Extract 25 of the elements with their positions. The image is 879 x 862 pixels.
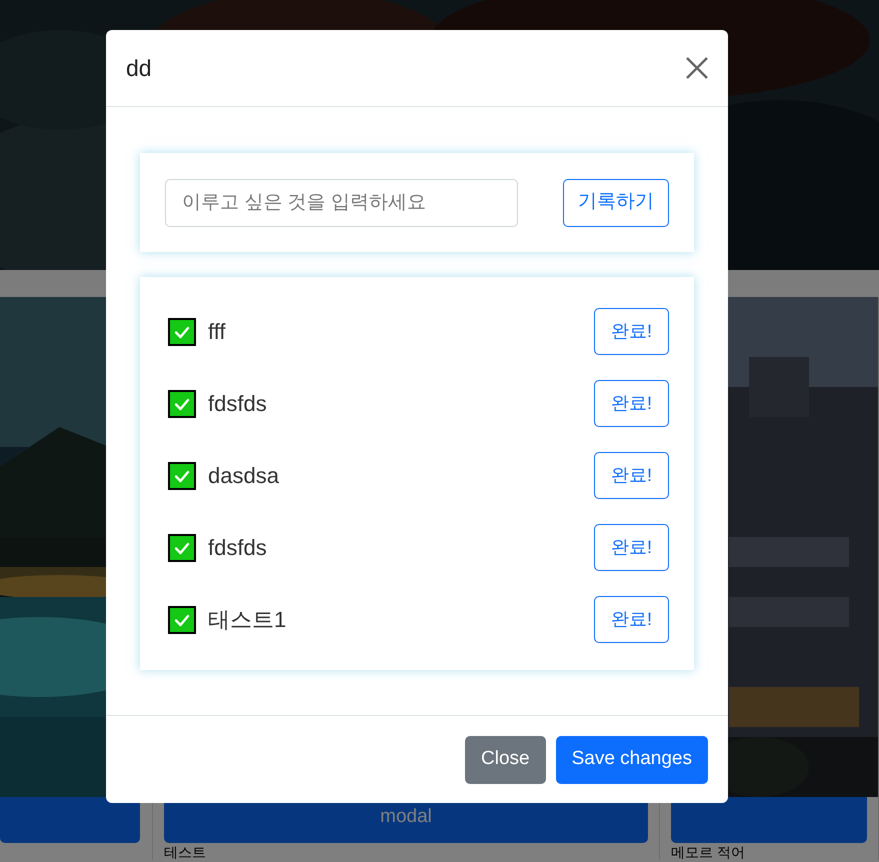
checkbox[interactable]	[168, 462, 196, 490]
close-icon[interactable]	[684, 55, 710, 81]
done-button[interactable]: 완료!	[594, 380, 669, 427]
done-button[interactable]: 완료!	[594, 308, 669, 355]
card-caption: 메모르 적어	[671, 844, 746, 860]
save-button[interactable]: Save changes	[556, 736, 708, 784]
card-caption: 테스트	[164, 844, 207, 860]
card-button[interactable]	[671, 797, 867, 843]
todo-text: fdsfds	[208, 534, 267, 562]
done-button[interactable]: 완료!	[594, 524, 669, 571]
done-button[interactable]: 완료!	[594, 596, 669, 643]
todo-text: 태스트1	[208, 606, 286, 634]
todo-text: fff	[208, 318, 226, 346]
modal-title: dd	[126, 54, 152, 83]
done-button[interactable]: 완료!	[594, 452, 669, 499]
todo-text: fdsfds	[208, 390, 267, 418]
checkbox[interactable]	[168, 390, 196, 418]
checkbox[interactable]	[168, 606, 196, 634]
input-field[interactable]: 이루고 싶은 것을 입력하세요	[165, 178, 518, 226]
todo-text: dasdsa	[208, 462, 279, 490]
card-button[interactable]	[0, 797, 140, 843]
close-button[interactable]: Close	[465, 736, 546, 784]
add-button[interactable]: 기록하기	[563, 178, 669, 226]
checkbox[interactable]	[168, 534, 196, 562]
checkbox[interactable]	[168, 318, 196, 346]
